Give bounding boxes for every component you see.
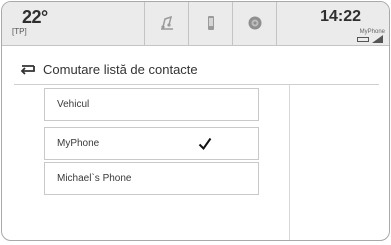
list-item-label: MyPhone [57, 138, 100, 149]
list-item-label: Vehicul [57, 99, 90, 110]
checkmark-icon [198, 137, 212, 151]
list-item-label: Michael`s Phone [57, 173, 132, 184]
apps-button[interactable] [233, 2, 277, 45]
clock: 14:22 [320, 8, 361, 25]
phone-button[interactable] [189, 2, 233, 45]
temperature: 22° [22, 7, 48, 27]
panel-divider [289, 85, 290, 240]
audio-button[interactable] [145, 2, 189, 45]
list-item-michaels-phone[interactable]: Michael`s Phone [44, 162, 259, 195]
signal-strength-icon [372, 35, 383, 43]
temperature-area[interactable]: 22° [TP] [2, 2, 145, 45]
clock-area: 14:22 MyPhone [277, 2, 389, 45]
title-divider [14, 84, 379, 85]
traffic-program-indicator: [TP] [12, 27, 27, 36]
battery-icon [357, 37, 369, 42]
list-item-myphone[interactable]: MyPhone [44, 127, 259, 160]
list-item-vehicle[interactable]: Vehicul [44, 88, 259, 121]
back-arrow-icon [20, 65, 35, 75]
phone-icon [208, 16, 214, 30]
status-bar: 22° [TP] 14:22 MyPhone [2, 2, 389, 46]
page-title: Comutare listă de contacte [43, 62, 198, 77]
apps-icon [248, 16, 262, 30]
back-button[interactable] [14, 55, 42, 83]
music-note-icon [161, 15, 173, 30]
screen-frame: 22° [TP] 14:22 MyPhone Comutare listă de… [1, 1, 390, 241]
